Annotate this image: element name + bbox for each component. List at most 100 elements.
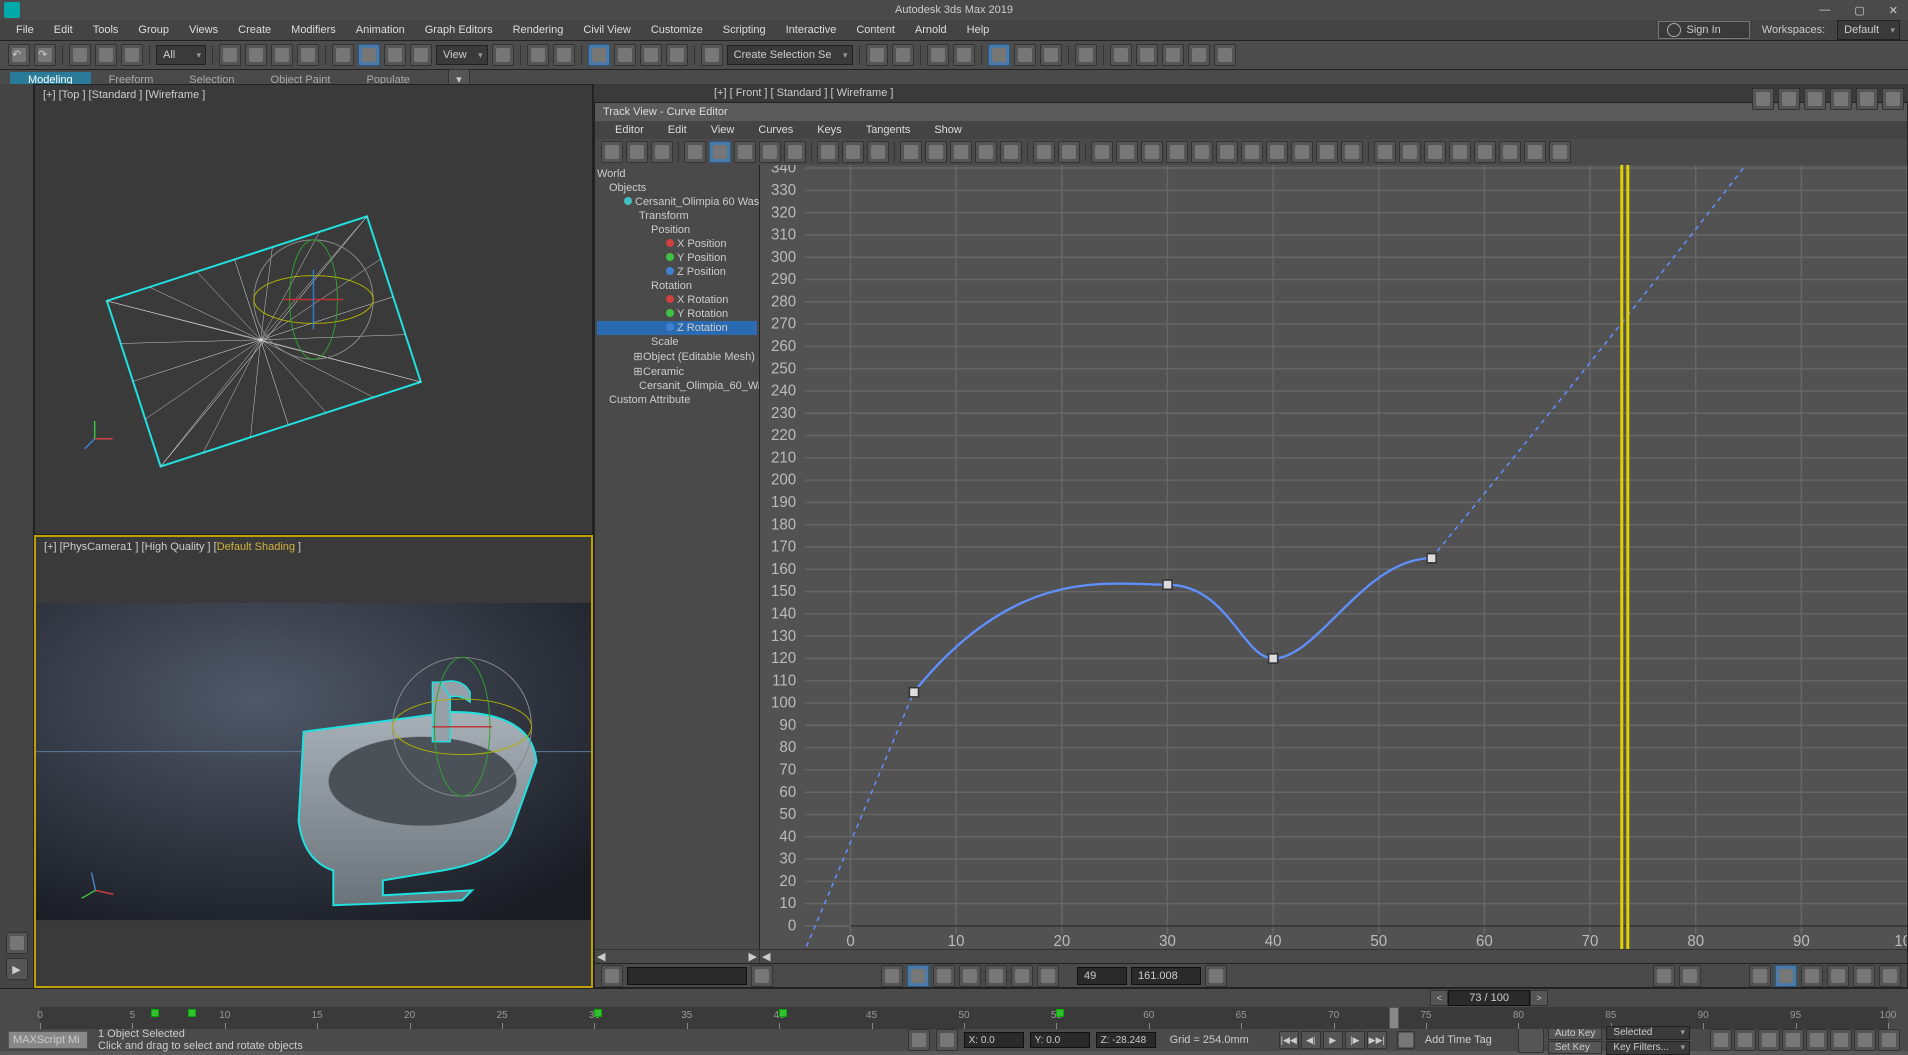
tv-zoom-region-button[interactable] [1775,965,1797,987]
tv-menu-keys[interactable]: Keys [805,124,853,136]
tv-move-keys-v-button[interactable] [734,141,756,163]
tree-hscroll-right[interactable]: ▶ [749,950,757,963]
rendered-frame-button[interactable] [1136,44,1158,66]
tv-menu-tangents[interactable]: Tangents [854,124,923,136]
tv-pan-button[interactable] [1749,965,1771,987]
window-crossing-button[interactable] [297,44,319,66]
menu-views[interactable]: Views [179,24,228,36]
frame-next-button[interactable]: > [1530,990,1548,1006]
tv-menu-curves[interactable]: Curves [746,124,805,136]
tv-move-keys-button[interactable] [684,141,706,163]
tv-ease-button[interactable] [1424,141,1446,163]
ref-coord-dropdown[interactable]: View [436,45,488,65]
redo-button[interactable]: ↷ [34,44,56,66]
menu-civil-view[interactable]: Civil View [573,24,640,36]
prev-frame-button[interactable]: ◀| [1301,1031,1321,1049]
tv-menu-view[interactable]: View [699,124,747,136]
tv-biped-button[interactable] [1653,965,1675,987]
tree-rotation[interactable]: Rotation [597,279,757,293]
tv-tangent-linear-button[interactable] [1216,141,1238,163]
tv-filter-button[interactable] [601,141,623,163]
undo-button[interactable]: ↶ [8,44,30,66]
menu-customize[interactable]: Customize [641,24,713,36]
tv-tangent-unify-button[interactable] [1341,141,1363,163]
menu-interactive[interactable]: Interactive [776,24,847,36]
cmd-util-tab[interactable] [1882,88,1904,110]
tv-zoom-h-button[interactable] [1801,965,1823,987]
percent-snap-button[interactable] [640,44,662,66]
tree-ceramic[interactable]: ⊞Ceramic [597,364,757,379]
maximize-button[interactable]: ▢ [1848,4,1870,17]
goto-end-button[interactable]: ▶▶| [1367,1031,1387,1049]
tv-menu-show[interactable]: Show [922,124,974,136]
tv-delete-keys-button[interactable] [1058,141,1080,163]
schematic-button[interactable] [1040,44,1062,66]
selection-filter-dropdown[interactable]: All [156,45,206,65]
tv-list-button[interactable] [751,965,773,987]
minimize-button[interactable]: — [1813,4,1836,17]
tv-isolate-button[interactable] [1679,965,1701,987]
menu-help[interactable]: Help [957,24,1000,36]
menu-rendering[interactable]: Rendering [503,24,574,36]
tree-custom-attribute[interactable]: Custom Attribute [597,393,757,407]
layer-explorer-button[interactable] [927,44,949,66]
tree-hscroll-left[interactable]: ◀ [597,950,605,963]
frame-prev-button[interactable]: < [1430,990,1448,1006]
curve-editor-button[interactable] [988,44,1010,66]
tv-multiply-button[interactable] [925,141,947,163]
tv-param-curve-button[interactable] [867,141,889,163]
tv-type-out-button[interactable] [1399,141,1421,163]
scale-button[interactable] [384,44,406,66]
tree-object-washbasin[interactable]: Cersanit_Olimpia 60 Washbas [597,195,757,209]
edit-named-sel-button[interactable] [701,44,723,66]
spinner-snap-button[interactable] [666,44,688,66]
cmd-hierarchy-tab[interactable] [1804,88,1826,110]
menu-content[interactable]: Content [846,24,905,36]
tv-name-field[interactable] [627,967,747,985]
tv-show-unlocked-button[interactable] [1011,965,1033,987]
tv-tangent-smooth-button[interactable] [1241,141,1263,163]
viewport-top-label[interactable]: [+] [Top ] [Standard ] [Wireframe ] [43,89,205,101]
menu-animation[interactable]: Animation [346,24,415,36]
close-button[interactable]: ✕ [1883,4,1904,17]
tree-objects[interactable]: Objects [597,181,757,195]
link-button[interactable] [69,44,91,66]
tv-zoom-button[interactable] [1853,965,1875,987]
tv-show-keyable-button[interactable] [881,965,903,987]
tree-position[interactable]: Position [597,223,757,237]
tv-ease4-button[interactable] [1499,141,1521,163]
viewport-camera-label[interactable]: [+] [PhysCamera1 ] [High Quality ] [Defa… [44,541,301,553]
track-view-title[interactable]: Track View - Curve Editor [595,103,1907,121]
tv-scale-keys-button[interactable] [759,141,781,163]
tv-menu-edit[interactable]: Edit [656,124,699,136]
rotate-button[interactable] [358,44,380,66]
tree-world[interactable]: World [597,167,757,181]
render-cloud-button[interactable] [1188,44,1210,66]
tree-y-rotation[interactable]: Y Rotation [597,307,757,321]
viewport-top[interactable]: [+] [Top ] [Standard ] [Wireframe ] [34,84,593,535]
tv-type-in-button[interactable] [1374,141,1396,163]
scene-explorer-toggle[interactable]: ▶ [6,958,28,980]
dope-sheet-button[interactable] [1014,44,1036,66]
toggle-ribbon-button[interactable] [953,44,975,66]
tv-tangent-slow-button[interactable] [1166,141,1188,163]
tv-tangent-step-button[interactable] [1191,141,1213,163]
menu-modifiers[interactable]: Modifiers [281,24,346,36]
tv-tangent-break-button[interactable] [1316,141,1338,163]
menu-arnold[interactable]: Arnold [905,24,957,36]
tree-y-position[interactable]: Y Position [597,251,757,265]
menu-file[interactable]: File [6,24,44,36]
tv-frame-input[interactable] [1077,967,1127,985]
select-by-name-button[interactable] [245,44,267,66]
move-button[interactable] [332,44,354,66]
tv-lock-button[interactable] [626,141,648,163]
signin-dropdown[interactable]: Sign In [1658,21,1750,39]
goto-start-button[interactable]: |◀◀ [1279,1031,1299,1049]
key-filter-dropdown[interactable]: Selected [1606,1026,1690,1040]
mirror-button[interactable] [866,44,888,66]
select-object-button[interactable] [219,44,241,66]
cmd-motion-tab[interactable] [1830,88,1852,110]
time-tag-icon[interactable] [1397,1031,1415,1049]
cmd-modify-tab[interactable] [1778,88,1800,110]
tv-keymode-button[interactable] [1205,965,1227,987]
